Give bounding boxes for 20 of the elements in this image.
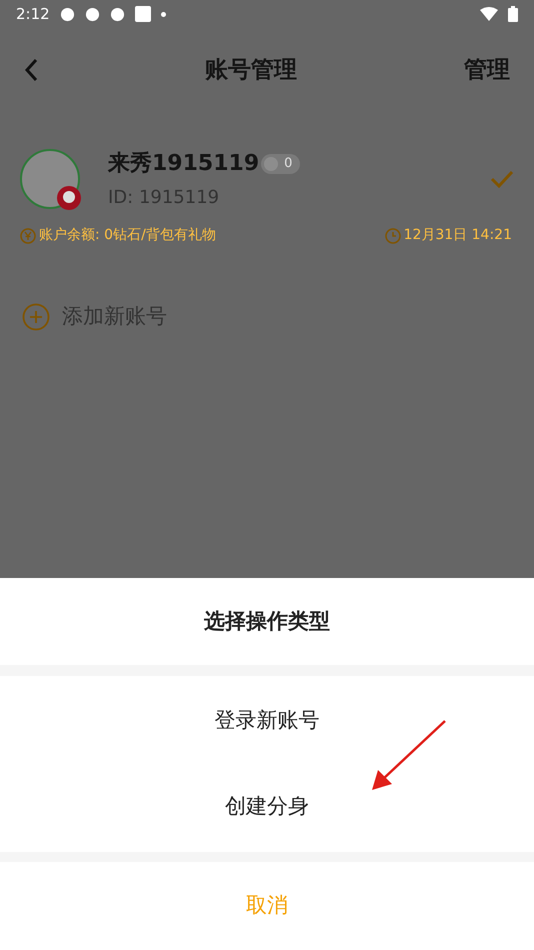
notification-icon [110,6,125,22]
badge-icon [56,185,82,211]
cancel-button[interactable]: 取消 [246,890,288,922]
status-time: 2:12 [16,4,50,25]
sheet-title: 选择操作类型 [204,608,330,635]
wifi-icon [480,7,498,21]
yuan-icon [20,228,36,244]
balance-text: 账户余额: 0钻石/背包有礼物 [39,226,217,245]
notification-icon [134,6,151,22]
battery-icon [508,6,518,22]
login-time: 12月31日 14:21 [404,226,512,245]
notification-icon [60,6,75,22]
level-badge: 0 [261,154,300,174]
page-title: 账号管理 [204,56,298,85]
back-icon[interactable] [24,58,38,82]
notification-icon [84,6,100,22]
account-name: 来秀1915119 [108,150,260,178]
manage-button[interactable]: 管理 [464,52,510,88]
clock-icon [384,228,401,244]
dot-icon [160,12,166,16]
